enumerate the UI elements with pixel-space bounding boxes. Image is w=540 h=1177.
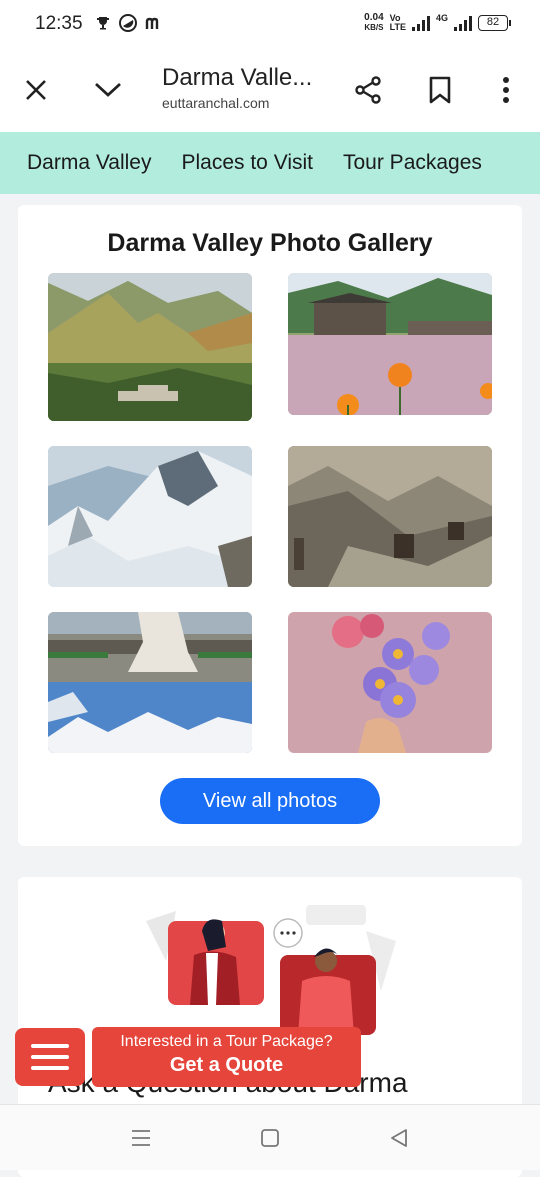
page-title: Darma Valle... bbox=[162, 64, 313, 91]
chevron-down-icon bbox=[95, 82, 121, 97]
net-speed: 0.04 KB/S bbox=[364, 12, 384, 33]
gallery-photo[interactable] bbox=[288, 612, 492, 753]
more-vertical-icon bbox=[503, 77, 509, 103]
rocky-trail-photo bbox=[288, 446, 492, 587]
system-nav-bar bbox=[0, 1104, 540, 1170]
quote-label: Get a Quote bbox=[169, 1054, 284, 1076]
close-button[interactable] bbox=[14, 68, 58, 112]
close-icon bbox=[26, 80, 46, 100]
back-triangle-icon bbox=[391, 1129, 407, 1147]
get-quote-button[interactable]: Interested in a Tour Package? Get a Quot… bbox=[92, 1027, 361, 1087]
browser-toolbar: Darma Valle... euttaranchal.com bbox=[0, 48, 540, 132]
site-nav: Darma Valley Places to Visit Tour Packag… bbox=[0, 132, 540, 194]
moon-icon bbox=[119, 14, 137, 32]
share-icon bbox=[355, 76, 381, 104]
notification-icons bbox=[95, 14, 163, 32]
trophy-icon bbox=[97, 17, 109, 30]
status-bar: 12:35 0.04 KB/S Vo LTE 4G 82 bbox=[0, 0, 540, 48]
network-type: 4G bbox=[435, 13, 448, 23]
gallery-photo[interactable] bbox=[288, 446, 492, 587]
gallery-photo[interactable] bbox=[48, 273, 252, 421]
bookmark-button[interactable] bbox=[418, 68, 462, 112]
battery-icon: 82 bbox=[478, 15, 511, 31]
snow-peaks-photo bbox=[48, 446, 252, 587]
menu-lines-icon bbox=[132, 1130, 150, 1146]
gallery-title: Darma Valley Photo Gallery bbox=[107, 229, 433, 257]
signal-icon-2 bbox=[454, 15, 472, 31]
recents-button[interactable] bbox=[128, 1125, 154, 1151]
title-block: Darma Valle... euttaranchal.com bbox=[162, 64, 337, 111]
purple-flowers-photo bbox=[288, 612, 492, 753]
share-button[interactable] bbox=[346, 68, 390, 112]
gallery-photo[interactable] bbox=[48, 612, 252, 753]
stupa-mountains-photo bbox=[48, 612, 252, 753]
nav-tour-packages[interactable]: Tour Packages bbox=[343, 151, 482, 175]
photo-gallery-card: Darma Valley Photo Gallery View all phot… bbox=[18, 205, 522, 846]
gallery-photo[interactable] bbox=[48, 446, 252, 587]
status-time: 12:35 bbox=[35, 13, 83, 34]
page-url: euttaranchal.com bbox=[162, 95, 270, 111]
hamburger-icon bbox=[31, 1044, 69, 1048]
system-indicators: 0.04 KB/S Vo LTE 4G 82 bbox=[364, 12, 511, 33]
quote-subtitle: Interested in a Tour Package? bbox=[120, 1033, 333, 1050]
menu-button[interactable] bbox=[15, 1028, 85, 1086]
nav-places-to-visit[interactable]: Places to Visit bbox=[181, 151, 313, 175]
nav-darma-valley[interactable]: Darma Valley bbox=[27, 151, 151, 175]
back-button[interactable] bbox=[386, 1125, 412, 1151]
view-all-photos-button[interactable]: View all photos bbox=[160, 778, 380, 824]
bookmark-icon bbox=[429, 76, 451, 104]
chat-people-illustration bbox=[146, 905, 396, 1035]
collapse-button[interactable] bbox=[86, 68, 130, 112]
more-options-button[interactable] bbox=[484, 68, 528, 112]
gallery-photo[interactable] bbox=[288, 273, 492, 415]
home-square-icon bbox=[261, 1129, 279, 1147]
flower-meadow-houses-photo bbox=[288, 273, 492, 415]
volte-indicator: Vo LTE bbox=[389, 13, 406, 32]
home-button[interactable] bbox=[257, 1125, 283, 1151]
valley-village-photo bbox=[48, 273, 252, 421]
m-app-icon bbox=[145, 17, 159, 29]
signal-icon bbox=[411, 15, 430, 31]
